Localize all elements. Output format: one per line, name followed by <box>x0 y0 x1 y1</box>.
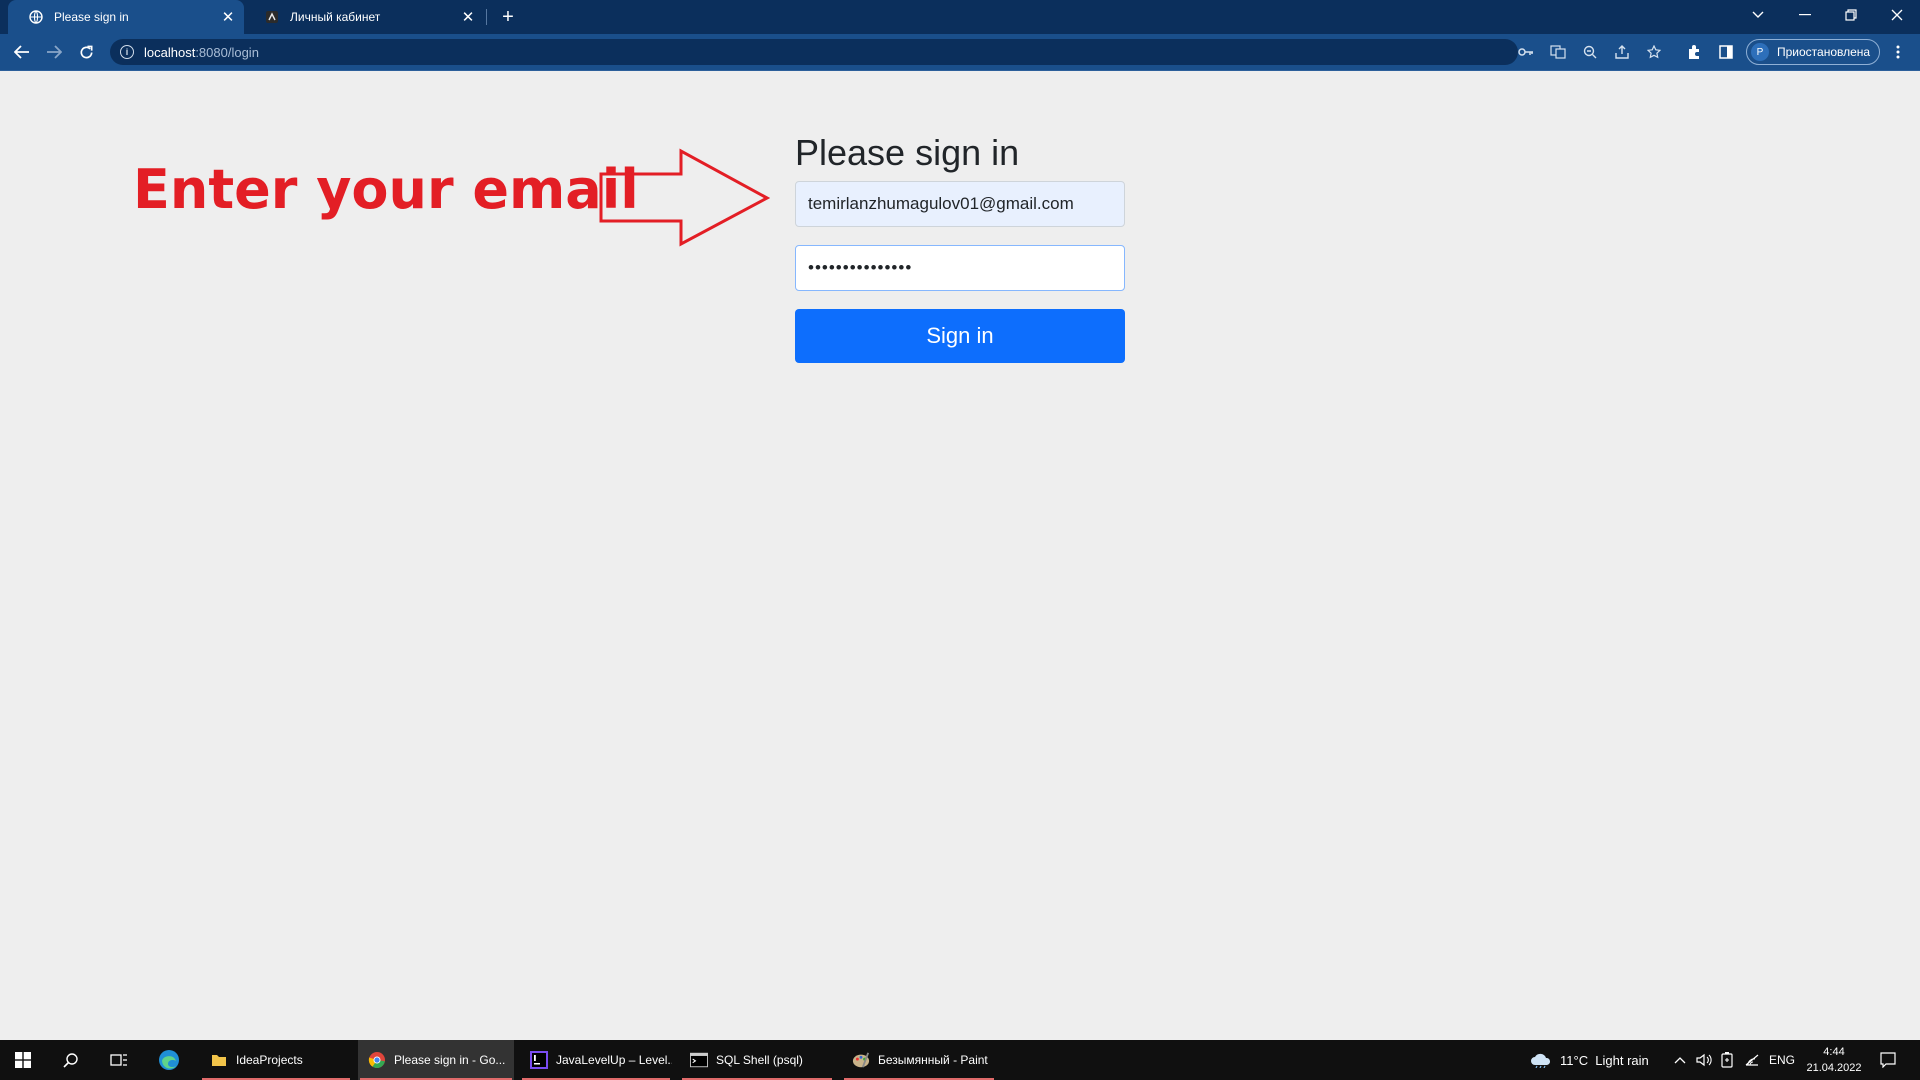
extensions-icon[interactable] <box>1684 42 1704 62</box>
notifications-icon[interactable] <box>1880 1040 1896 1080</box>
minimize-icon[interactable] <box>1782 0 1828 30</box>
clock-date: 21.04.2022 <box>1806 1062 1862 1074</box>
task-view-icon[interactable] <box>96 1040 142 1080</box>
star-icon[interactable] <box>1644 45 1664 59</box>
translate-icon[interactable] <box>1548 45 1568 59</box>
edge-browser-icon[interactable] <box>146 1040 192 1080</box>
taskbar-app-paint[interactable]: Безымянный - Paint <box>842 1040 996 1080</box>
clock[interactable]: 4:44 21.04.2022 <box>1800 1044 1868 1076</box>
annotation-arrow-icon <box>599 148 770 247</box>
browser-toolbar: i localhost:8080/login P Приостановлена <box>0 34 1920 70</box>
taskbar-app-psql[interactable]: SQL Shell (psql) <box>680 1040 834 1080</box>
taskbar-app-ideaprojects[interactable]: IdeaProjects <box>200 1040 352 1080</box>
chevron-up-icon[interactable] <box>1674 1040 1686 1080</box>
key-icon[interactable] <box>1516 45 1536 59</box>
chrome-divider <box>0 70 1920 71</box>
terminal-icon <box>690 1051 708 1069</box>
url-path: :8080/login <box>195 44 259 60</box>
reload-icon[interactable] <box>74 40 98 64</box>
profile-status: Приостановлена <box>1777 45 1871 59</box>
close-window-icon[interactable] <box>1874 0 1920 30</box>
password-field[interactable] <box>795 245 1125 291</box>
address-bar[interactable]: i localhost:8080/login <box>110 39 1661 65</box>
language-indicator[interactable]: ENG <box>1769 1040 1795 1080</box>
share-icon[interactable] <box>1612 45 1632 59</box>
email-field[interactable] <box>795 181 1125 227</box>
weather-widget[interactable]: 11°C Light rain <box>1530 1040 1649 1080</box>
weather-text: 11°C Light rain <box>1560 1052 1649 1068</box>
side-panel-icon[interactable] <box>1716 42 1736 62</box>
tab-search-icon[interactable] <box>1735 0 1781 30</box>
zoom-icon[interactable] <box>1580 45 1600 59</box>
cloud-rain-icon <box>1530 1052 1552 1068</box>
new-tab-icon[interactable]: + <box>496 5 520 29</box>
avatar: P <box>1751 43 1769 61</box>
url-host: localhost <box>144 44 196 60</box>
tab-separator <box>486 9 487 25</box>
taskbar: IdeaProjects Please sign in - Go... Java… <box>0 1040 1920 1080</box>
annotation-text: Enter your email <box>133 158 639 221</box>
volume-icon[interactable] <box>1696 1040 1712 1080</box>
taskbar-app-label: Please sign in - Go... <box>394 1053 506 1067</box>
paint-icon <box>852 1051 870 1069</box>
page-title: Please sign in <box>795 132 1020 173</box>
back-icon[interactable] <box>10 40 34 64</box>
taskbar-app-label: JavaLevelUp – Level... <box>556 1053 672 1067</box>
taskbar-app-label: IdeaProjects <box>236 1053 303 1067</box>
profile-button[interactable]: P Приостановлена <box>1746 39 1880 65</box>
taskbar-app-label: SQL Shell (psql) <box>716 1053 803 1067</box>
sign-in-button[interactable]: Sign in <box>795 309 1125 363</box>
globe-icon <box>28 9 44 25</box>
forward-icon[interactable] <box>42 40 66 64</box>
battery-icon[interactable] <box>1720 1040 1734 1080</box>
close-icon[interactable]: ✕ <box>458 7 478 27</box>
menu-icon[interactable] <box>1888 42 1908 62</box>
taskbar-app-label: Безымянный - Paint <box>878 1053 988 1067</box>
close-icon[interactable]: ✕ <box>218 7 238 27</box>
tab-title: Please sign in <box>54 10 129 24</box>
restore-icon[interactable] <box>1828 0 1874 30</box>
intellij-icon <box>530 1051 548 1069</box>
tab-please-sign-in[interactable]: Please sign in ✕ <box>8 0 244 34</box>
chrome-icon <box>368 1051 386 1069</box>
wifi-icon[interactable] <box>1744 1040 1760 1080</box>
clock-time: 4:44 <box>1823 1046 1845 1058</box>
taskbar-app-intellij[interactable]: JavaLevelUp – Level... <box>520 1040 672 1080</box>
tab-bar: Please sign in ✕ Личный кабинет ✕ + <box>0 0 1920 34</box>
tab-lichnyi-kabinet[interactable]: Личный кабинет ✕ <box>244 0 484 34</box>
taskbar-app-chrome[interactable]: Please sign in - Go... <box>358 1040 514 1080</box>
folder-icon <box>210 1051 228 1069</box>
site-favicon-icon <box>264 9 280 25</box>
signin-form: Please sign in Sign in <box>795 128 1125 363</box>
search-icon[interactable] <box>48 1040 94 1080</box>
site-info-icon[interactable]: i <box>120 45 134 59</box>
windows-start-icon[interactable] <box>0 1040 46 1080</box>
tab-title: Личный кабинет <box>290 10 381 24</box>
